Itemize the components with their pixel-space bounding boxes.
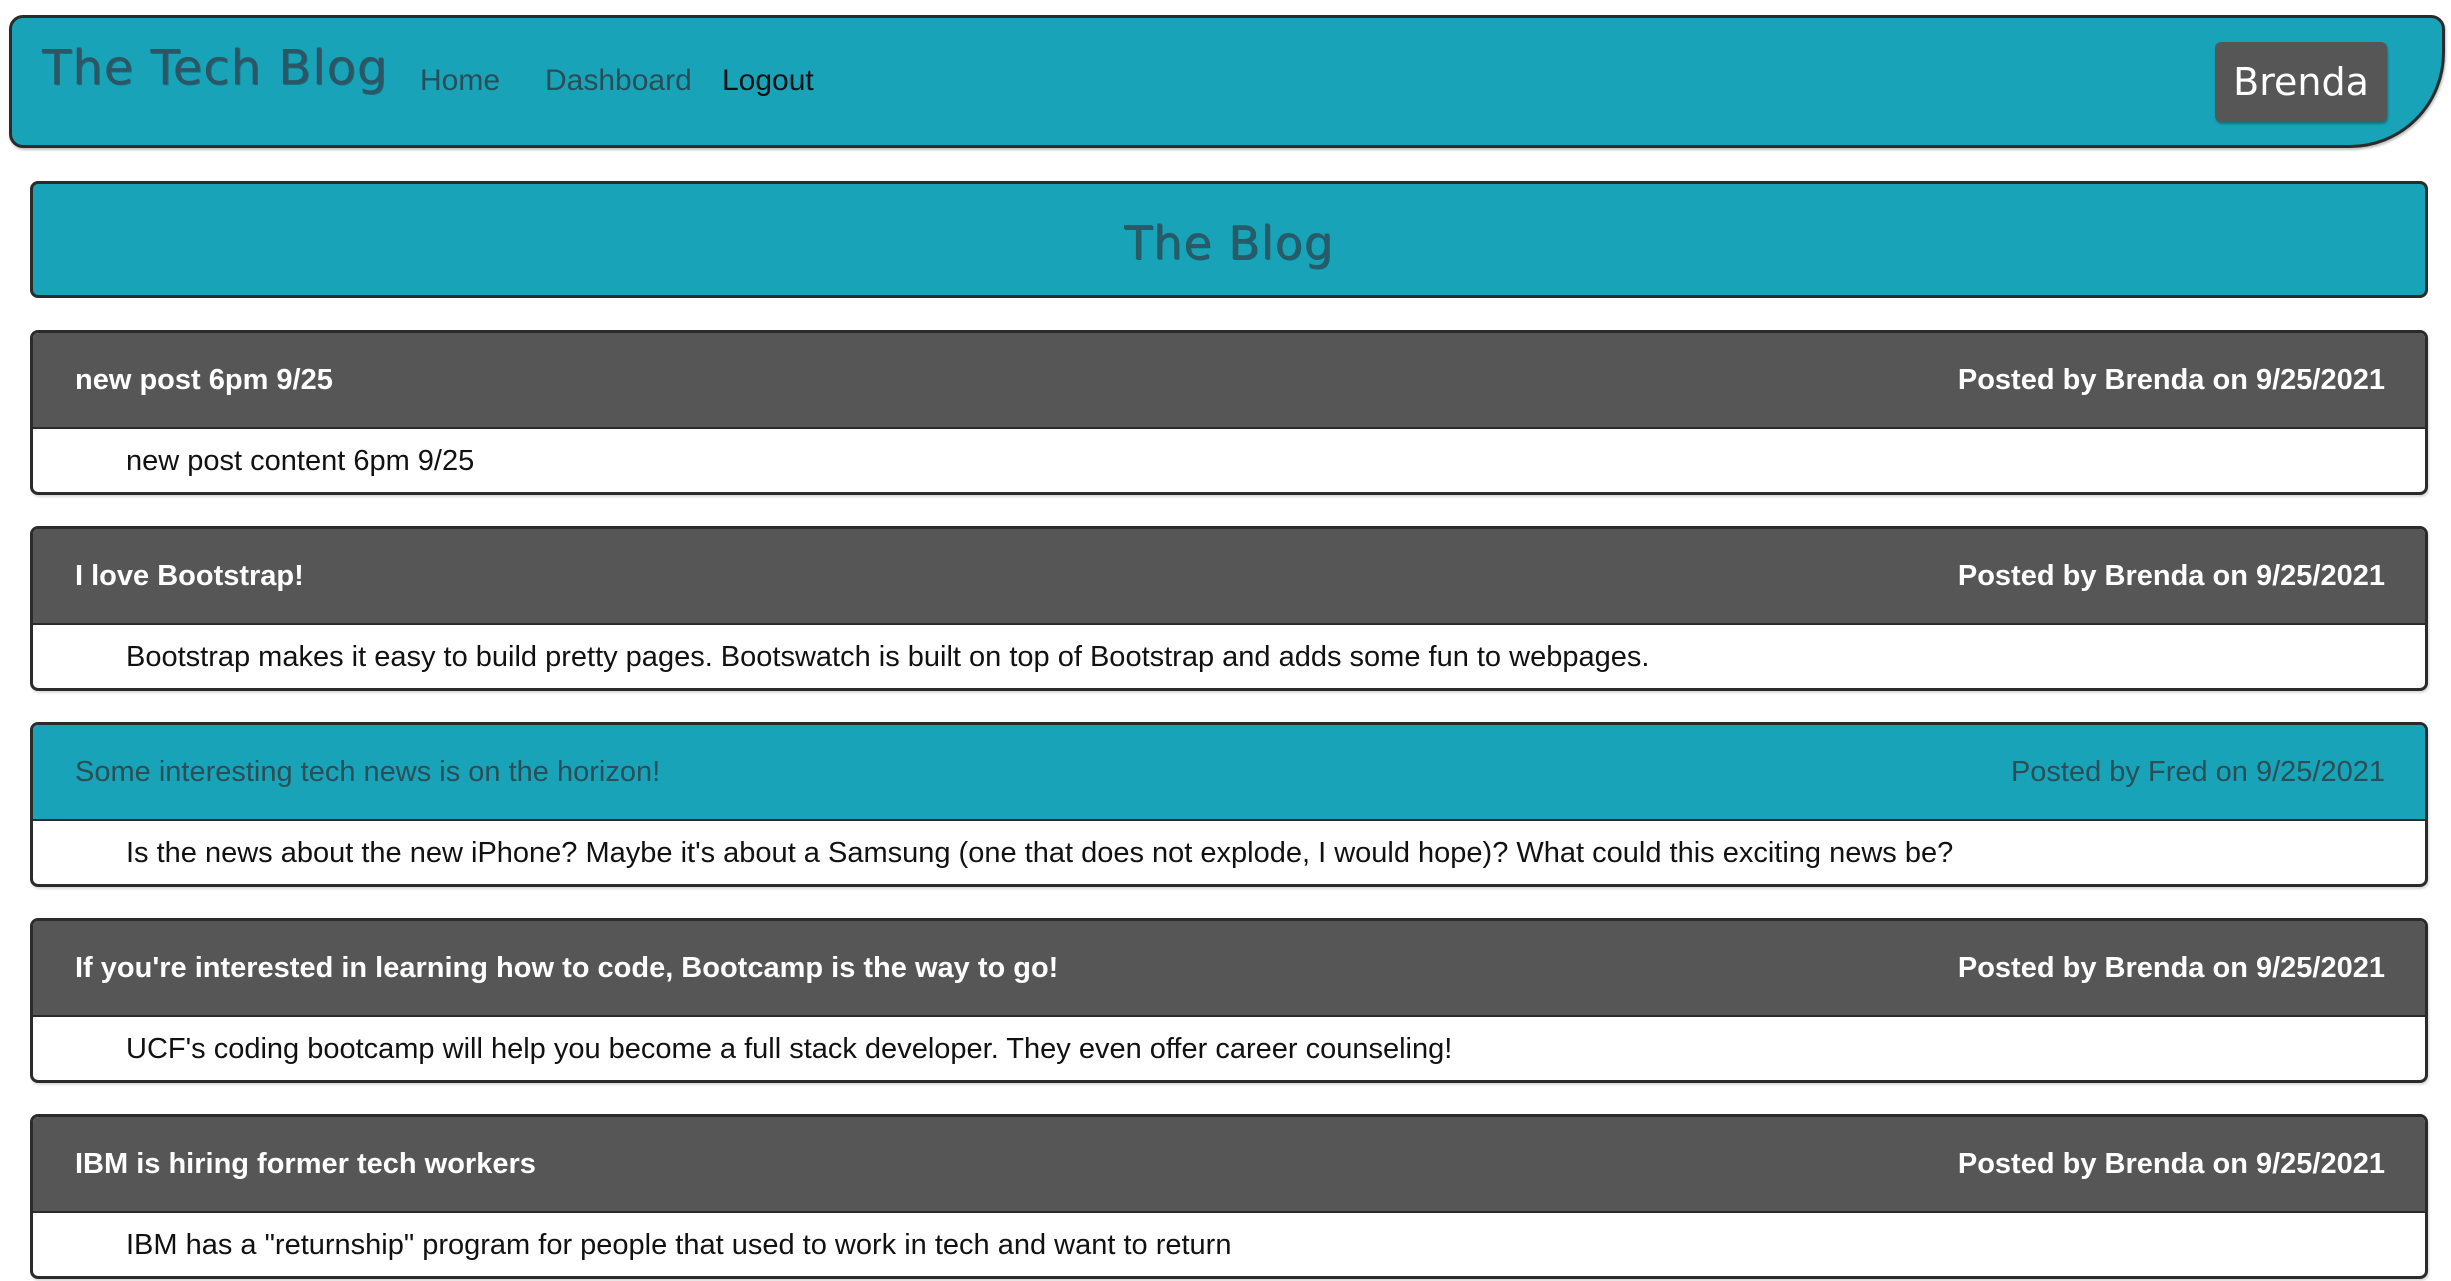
- nav-home-link[interactable]: Home: [420, 64, 500, 98]
- post-meta: Posted by Brenda on 9/25/2021: [1957, 1147, 2385, 1180]
- post-content: Is the news about the new iPhone? Maybe …: [126, 836, 1954, 869]
- post-content: UCF's coding bootcamp will help you beco…: [126, 1032, 1453, 1065]
- post-meta: Posted by Brenda on 9/25/2021: [1957, 559, 2385, 592]
- nav-logout-link[interactable]: Logout: [722, 64, 814, 98]
- post-content: Bootstrap makes it easy to build pretty …: [126, 640, 1650, 673]
- post-header[interactable]: If you're interested in learning how to …: [33, 921, 2425, 1017]
- post-card: IBM is hiring former tech workers Posted…: [30, 1114, 2428, 1279]
- site-brand[interactable]: The Tech Blog: [42, 40, 388, 96]
- post-title[interactable]: Some interesting tech news is on the hor…: [75, 756, 660, 789]
- post-content: IBM has a "returnship" program for peopl…: [126, 1228, 1232, 1261]
- post-card: If you're interested in learning how to …: [30, 918, 2428, 1083]
- post-card: new post 6pm 9/25 Posted by Brenda on 9/…: [30, 330, 2428, 495]
- post-card: Some interesting tech news is on the hor…: [30, 722, 2428, 887]
- post-meta: Posted by Brenda on 9/25/2021: [1957, 951, 2385, 984]
- post-title[interactable]: IBM is hiring former tech workers: [75, 1148, 536, 1181]
- page-title: The Blog: [1124, 215, 1334, 270]
- post-meta: Posted by Brenda on 9/25/2021: [1957, 363, 2385, 396]
- top-navbar: The Tech Blog Home Dashboard Logout Bren…: [9, 15, 2445, 148]
- user-badge: Brenda: [2215, 42, 2387, 122]
- post-header[interactable]: I love Bootstrap! Posted by Brenda on 9/…: [33, 529, 2425, 625]
- post-title[interactable]: new post 6pm 9/25: [75, 364, 333, 397]
- post-title[interactable]: If you're interested in learning how to …: [75, 952, 1058, 985]
- post-meta: Posted by Fred on 9/25/2021: [2010, 755, 2385, 788]
- blog-hero-banner: The Blog: [30, 181, 2428, 298]
- nav-dashboard-link[interactable]: Dashboard: [545, 64, 692, 98]
- post-header[interactable]: IBM is hiring former tech workers Posted…: [33, 1117, 2425, 1213]
- post-header-hovered[interactable]: Some interesting tech news is on the hor…: [33, 725, 2425, 821]
- post-content: new post content 6pm 9/25: [126, 444, 475, 477]
- post-title[interactable]: I love Bootstrap!: [75, 560, 304, 593]
- post-card: I love Bootstrap! Posted by Brenda on 9/…: [30, 526, 2428, 691]
- post-header[interactable]: new post 6pm 9/25 Posted by Brenda on 9/…: [33, 333, 2425, 429]
